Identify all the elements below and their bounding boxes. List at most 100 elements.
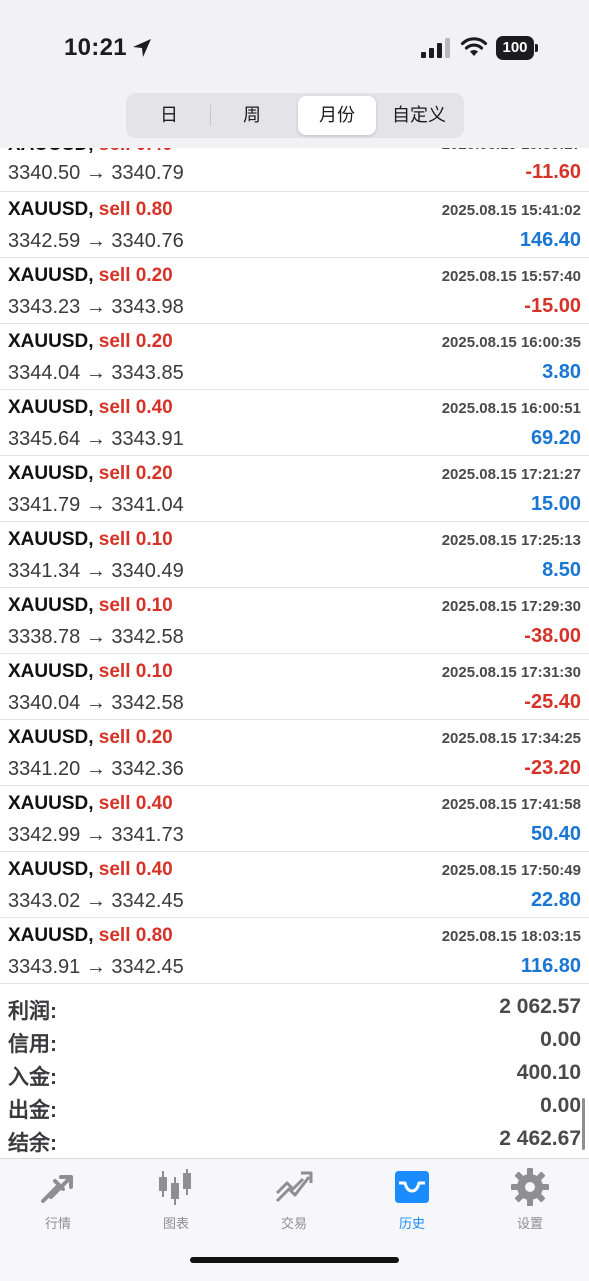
trade-prices: 3345.64 → 3343.91: [8, 428, 184, 451]
summary-value: 0.00: [540, 1094, 581, 1117]
trade-title: XAUUSD, sell 0.10: [8, 529, 173, 551]
trade-row[interactable]: XAUUSD, sell 0.10 2025.08.15 17:31:30 3340…: [0, 654, 589, 720]
summary-label: 结余:: [8, 1132, 57, 1155]
tab-history-label: 历史: [398, 1216, 425, 1231]
trade-prices: 3343.02 → 3342.45: [8, 890, 184, 913]
trade-title: XAUUSD, sell 0.80: [8, 925, 173, 947]
trade-profit: -38.00: [524, 625, 581, 647]
trade-prices: 3340.04 → 3342.58: [8, 692, 184, 715]
summary-label: 利润:: [8, 1000, 57, 1023]
trade-close-price: 3343.98: [111, 296, 184, 318]
trade-open-price: 3343.02: [8, 890, 81, 912]
trade-profit: 146.40: [519, 229, 581, 251]
trade-row[interactable]: XAUUSD, sell 0.40 2025.08.15 17:41:58 3342…: [0, 786, 589, 852]
trade-row[interactable]: XAUUSD, sell 0.10 2025.08.15 17:25:13 3341…: [0, 522, 589, 588]
trade-row[interactable]: XAUUSD, sell 0.20 2025.08.15 17:34:25 3341…: [0, 720, 589, 786]
scroll-indicator[interactable]: [582, 1098, 585, 1150]
trade-row[interactable]: XAUUSD, sell 0.80 2025.08.15 18:03:15 3343…: [0, 918, 589, 984]
trade-open-price: 3343.91: [8, 956, 81, 978]
trade-open-price: 3345.64: [8, 428, 81, 450]
arrow-icon: →: [85, 362, 106, 384]
trade-open-price: 3341.79: [8, 494, 81, 516]
tab-trade[interactable]: 交易: [244, 1167, 344, 1237]
trade-side: sell 0.40: [98, 859, 173, 880]
trade-row[interactable]: XAUUSD, sell 0.20 2025.08.15 15:57:40 3343…: [0, 258, 589, 324]
arrow-icon: →: [85, 626, 106, 648]
trade-symbol: XAUUSD,: [8, 199, 94, 220]
tab-history[interactable]: 历史: [362, 1167, 462, 1237]
arrow-icon: →: [85, 758, 106, 780]
trade-row[interactable]: XAUUSD, sell 0.10 2025.08.15 17:29:30 3338…: [0, 588, 589, 654]
trade-close-price: 3342.45: [111, 956, 184, 978]
trade-side: sell 0.40: [99, 148, 173, 155]
summary-row: 结余: 2 462.67: [0, 1124, 589, 1157]
trade-title: XAUUSD, sell 0.10: [8, 661, 173, 683]
tab-quotes[interactable]: 行情: [8, 1167, 108, 1237]
summary-label: 信用:: [8, 1033, 57, 1056]
settings-icon: [511, 1168, 549, 1206]
summary-row: 出金: 0.00: [0, 1091, 589, 1124]
segment-month[interactable]: 月份: [298, 96, 376, 135]
trade-title: XAUUSD, sell 0.40: [8, 148, 173, 156]
trade-profit: 50.40: [530, 823, 581, 845]
trade-prices: 3338.78 → 3342.58: [8, 626, 184, 649]
trade-side: sell 0.80: [98, 199, 173, 220]
trade-close-price: 3343.85: [111, 362, 184, 384]
arrow-icon: →: [85, 494, 106, 516]
trade-time: 2025.08.15 15:41:02: [441, 202, 581, 219]
trade-row[interactable]: XAUUSD, sell 0.20 2025.08.15 16:00:35 3344…: [0, 324, 589, 390]
summary-row: 入金: 400.10: [0, 1058, 589, 1091]
history-icon: [395, 1171, 429, 1203]
history-list: XAUUSD, sell 0.40 2025.08.15 15:39:27 3340…: [0, 148, 589, 1158]
trade-title: XAUUSD, sell 0.40: [8, 397, 173, 419]
summary-section: 利润: 2 062.57 信用: 0.00 入金: 400.10 出金: 0.00 结余: 2 4…: [0, 984, 589, 1157]
trade-time: 2025.08.15 18:03:15: [441, 928, 581, 945]
trade-symbol: XAUUSD,: [8, 331, 94, 352]
battery-icon: 100: [496, 36, 540, 60]
arrow-icon: →: [85, 956, 106, 978]
trade-row[interactable]: XAUUSD, sell 0.40 2025.08.15 16:00:51 3345…: [0, 390, 589, 456]
trade-time: 2025.08.15 17:21:27: [441, 466, 581, 483]
arrow-icon: →: [85, 890, 106, 912]
trade-profit: -23.20: [524, 757, 581, 779]
trade-time: 2025.08.15 16:00:51: [441, 400, 581, 417]
tab-chart[interactable]: 图表: [126, 1167, 226, 1237]
trade-profit: -25.40: [524, 691, 581, 713]
trade-side: sell 0.80: [98, 925, 173, 946]
tab-settings[interactable]: 设置: [480, 1167, 580, 1237]
trade-icon: [275, 1171, 313, 1203]
segment-custom[interactable]: 自定义: [378, 96, 460, 135]
trade-close-price: 3343.91: [111, 428, 184, 450]
status-bar: 10:21 100: [0, 0, 589, 90]
wifi-icon: [460, 37, 488, 56]
trade-title: XAUUSD, sell 0.80: [8, 199, 173, 221]
trade-row[interactable]: XAUUSD, sell 0.40 2025.08.15 17:50:49 3343…: [0, 852, 589, 918]
trade-close-price: 3340.49: [111, 560, 184, 582]
tab-trade-label: 交易: [280, 1216, 307, 1231]
trade-prices: 3341.20 → 3342.36: [8, 758, 184, 781]
trade-row[interactable]: XAUUSD, sell 0.40 2025.08.15 15:39:27 3340…: [0, 148, 589, 192]
trade-symbol: XAUUSD,: [8, 793, 94, 814]
trade-time: 2025.08.15 17:41:58: [441, 796, 581, 813]
arrow-icon: →: [85, 560, 106, 582]
arrow-icon: →: [85, 162, 106, 184]
segment-day[interactable]: 日: [130, 96, 208, 135]
trade-title: XAUUSD, sell 0.10: [8, 595, 173, 617]
trade-profit: 116.80: [520, 955, 581, 977]
trade-symbol: XAUUSD,: [8, 925, 94, 946]
home-indicator[interactable]: [190, 1257, 399, 1263]
location-arrow-icon: [133, 39, 151, 57]
trade-time: 2025.08.15 15:57:40: [441, 268, 581, 285]
trade-close-price: 3341.73: [111, 824, 184, 846]
trade-row[interactable]: XAUUSD, sell 0.80 2025.08.15 15:41:02 3342…: [0, 192, 589, 258]
arrow-icon: →: [85, 296, 106, 318]
trade-close-price: 3342.36: [111, 758, 184, 780]
tab-quotes-label: 行情: [44, 1216, 71, 1231]
segment-week[interactable]: 周: [212, 96, 292, 135]
status-time: 10:21: [64, 34, 127, 61]
trade-row[interactable]: XAUUSD, sell 0.20 2025.08.15 17:21:27 3341…: [0, 456, 589, 522]
trade-time: 2025.08.15 17:29:30: [441, 598, 581, 615]
trade-prices: 3341.79 → 3341.04: [8, 494, 184, 517]
trade-close-price: 3340.76: [111, 230, 184, 252]
trade-open-price: 3341.20: [8, 758, 81, 780]
